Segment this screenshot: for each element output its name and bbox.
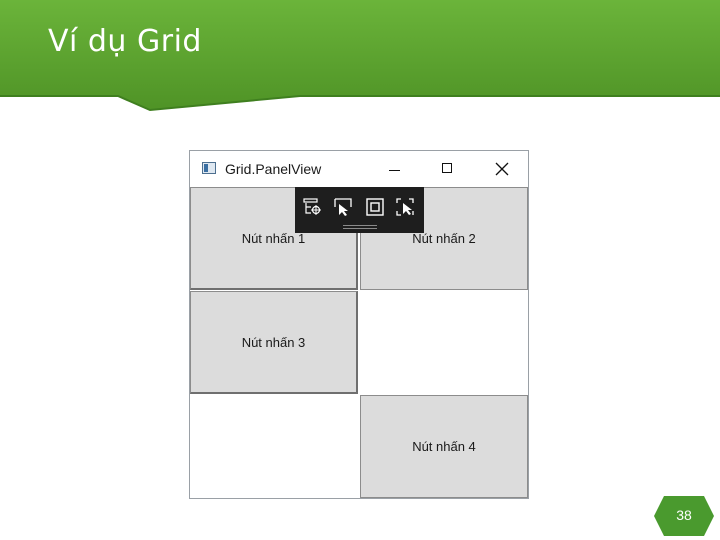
live-visual-tree-icon[interactable] bbox=[303, 197, 323, 217]
window-titlebar[interactable]: Grid.PanelView bbox=[190, 151, 528, 187]
minimize-button[interactable] bbox=[378, 155, 412, 183]
toolbar-drag-handle[interactable] bbox=[343, 225, 377, 226]
select-element-icon[interactable] bbox=[333, 197, 353, 217]
app-window-icon bbox=[202, 162, 216, 174]
page-number: 38 bbox=[676, 507, 692, 523]
grid-button-3[interactable]: Nút nhấn 3 bbox=[190, 291, 358, 394]
close-icon bbox=[495, 162, 509, 176]
grid-button-4[interactable]: Nút nhấn 4 bbox=[360, 395, 528, 498]
slide-header-banner: Ví dụ Grid bbox=[0, 0, 720, 112]
maximize-button[interactable] bbox=[430, 155, 464, 183]
page-number-badge: 38 bbox=[654, 496, 714, 536]
close-button[interactable] bbox=[485, 155, 519, 183]
slide-title: Ví dụ Grid bbox=[48, 24, 202, 59]
display-adorners-icon[interactable] bbox=[365, 197, 385, 217]
window-title: Grid.PanelView bbox=[225, 161, 322, 177]
runtime-debug-toolbar bbox=[295, 187, 424, 233]
track-focus-icon[interactable] bbox=[395, 197, 415, 217]
